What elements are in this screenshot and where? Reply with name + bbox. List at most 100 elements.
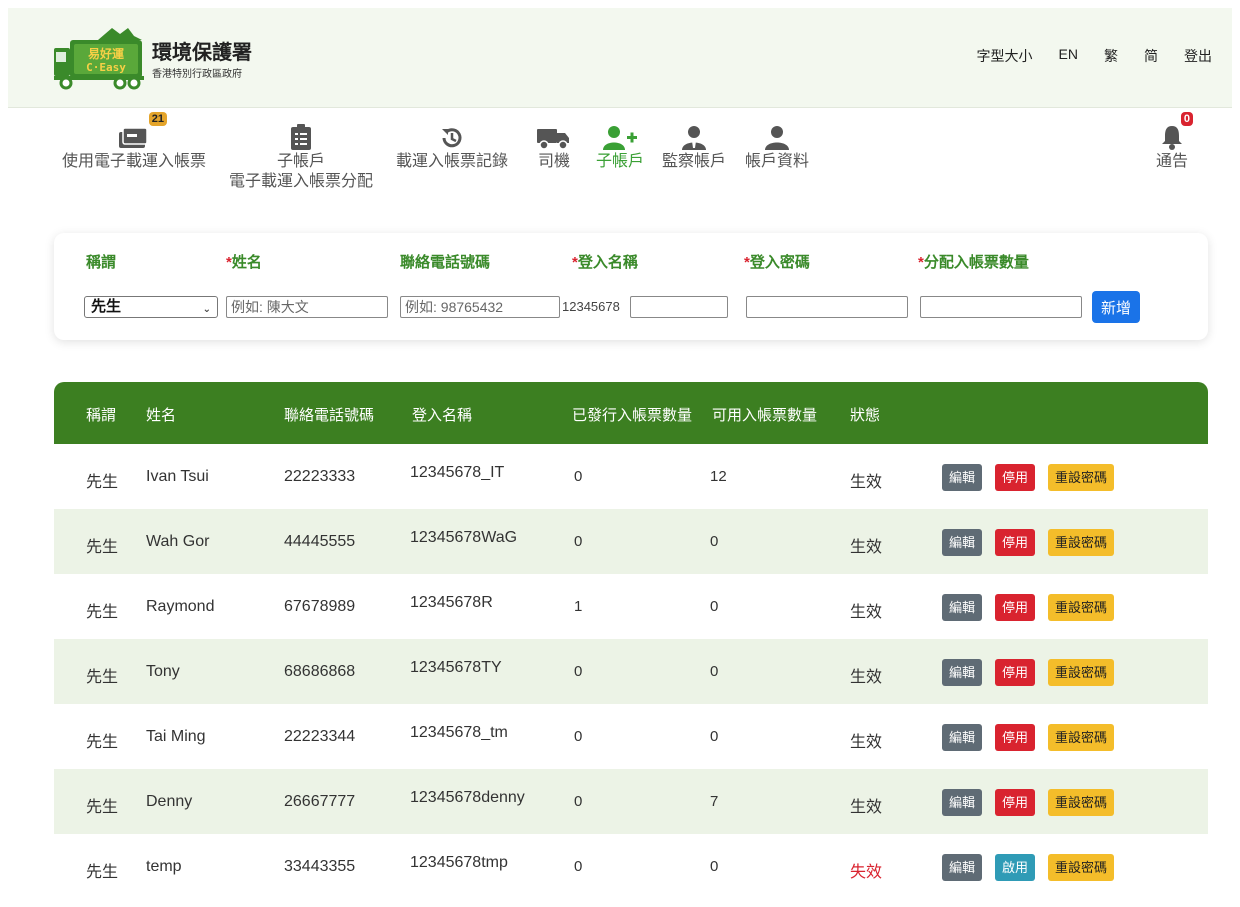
table-row: 先生 Raymond 67678989 12345678R 1 0 生效 編輯 停用 重設密碼 bbox=[54, 574, 1208, 639]
lang-sc-link[interactable]: 简 bbox=[1144, 46, 1158, 66]
edit-button[interactable]: 編輯 bbox=[942, 789, 983, 816]
login-prefix: 12345678 bbox=[562, 299, 620, 314]
nav-label: 監察帳戶 bbox=[662, 153, 727, 170]
table-row: 先生 Tai Ming 22223344 12345678_tm 0 0 生效 編輯 停用 重設密… bbox=[54, 704, 1208, 769]
cell-login: 12345678TY bbox=[410, 659, 502, 676]
quota-input[interactable] bbox=[920, 296, 1082, 318]
edit-button[interactable]: 編輯 bbox=[942, 594, 983, 621]
cell-status: 生效 bbox=[850, 799, 883, 816]
nav-item-account-info[interactable]: 帳戶資料 bbox=[745, 120, 809, 172]
nav-label: 使用電子載運入帳票 bbox=[62, 153, 207, 170]
disable-button[interactable]: 停用 bbox=[995, 789, 1036, 816]
lang-tc-link[interactable]: 繁 bbox=[1104, 46, 1118, 66]
disable-button[interactable]: 停用 bbox=[995, 659, 1036, 686]
nav-item-drivers[interactable]: 司機 bbox=[537, 120, 571, 172]
font-size-link[interactable]: 字型大小 bbox=[977, 46, 1033, 66]
nav-label: 司機 bbox=[537, 153, 570, 170]
reset-password-button[interactable]: 重設密碼 bbox=[1048, 659, 1115, 686]
cell-phone: 33443355 bbox=[284, 858, 356, 875]
table-row: 先生 Tony 68686868 12345678TY 0 0 生效 編輯 停用 重設密碼 bbox=[54, 639, 1208, 704]
add-button[interactable]: 新增 bbox=[1092, 291, 1140, 323]
nav-item-subaccount[interactable]: 子帳戶 bbox=[596, 120, 644, 172]
nav-item-monitor-account[interactable]: 監察帳戶 bbox=[662, 120, 726, 172]
main-nav: 21 使用電子載運入帳票 子帳戶 電子載運入帳票分配 載運入帳票記錄 司機 子帳… bbox=[0, 110, 1240, 210]
edit-button[interactable]: 編輯 bbox=[942, 464, 983, 491]
cell-issued: 0 bbox=[574, 533, 583, 550]
cell-login: 12345678tmp bbox=[410, 854, 508, 871]
disable-button[interactable]: 停用 bbox=[995, 724, 1036, 751]
login-input[interactable] bbox=[630, 296, 728, 318]
cell-issued: 1 bbox=[574, 598, 583, 615]
reset-password-button[interactable]: 重設密碼 bbox=[1048, 724, 1115, 751]
disable-button[interactable]: 停用 bbox=[995, 529, 1036, 556]
password-input[interactable] bbox=[746, 296, 908, 318]
col-phone: 聯絡電話號碼 bbox=[284, 407, 375, 424]
nav-label-2: 電子載運入帳票分配 bbox=[229, 173, 374, 190]
cell-phone: 22223344 bbox=[284, 728, 356, 745]
logo[interactable]: 易好運 C·Easy bbox=[54, 26, 146, 90]
svg-text:C·Easy: C·Easy bbox=[86, 61, 126, 74]
edit-button[interactable]: 編輯 bbox=[942, 854, 983, 881]
chevron-down-icon: ⌄ bbox=[202, 304, 211, 315]
cell-login: 12345678_IT bbox=[410, 464, 505, 481]
cell-available: 0 bbox=[710, 858, 719, 875]
ticket-count-badge: 21 bbox=[148, 112, 167, 126]
top-links: 字型大小 EN 繁 简 登出 bbox=[951, 46, 1212, 66]
name-label: *姓名 bbox=[226, 254, 262, 271]
cell-available: 0 bbox=[710, 598, 719, 615]
nav-item-notifications[interactable]: 0 通告 bbox=[1156, 112, 1193, 172]
cell-status: 生效 bbox=[850, 734, 883, 751]
reset-password-button[interactable]: 重設密碼 bbox=[1048, 789, 1115, 816]
enable-button[interactable]: 啟用 bbox=[995, 854, 1036, 881]
cell-name: Tai Ming bbox=[146, 728, 206, 745]
edit-button[interactable]: 編輯 bbox=[942, 724, 983, 751]
nav-label: 載運入帳票記錄 bbox=[396, 153, 509, 170]
col-status: 狀態 bbox=[850, 407, 881, 424]
subaccount-table: 稱謂 姓名 聯絡電話號碼 登入名稱 已發行入帳票數量 可用入帳票數量 狀態 先生… bbox=[54, 382, 1208, 907]
nav-item-subaccount-allocation[interactable]: 子帳戶 電子載運入帳票分配 bbox=[229, 120, 373, 192]
cell-title: 先生 bbox=[86, 474, 119, 491]
name-input[interactable] bbox=[226, 296, 388, 318]
edit-button[interactable]: 編輯 bbox=[942, 529, 983, 556]
disable-button[interactable]: 停用 bbox=[995, 464, 1036, 491]
cell-available: 7 bbox=[710, 793, 719, 810]
password-label: *登入密碼 bbox=[744, 254, 810, 271]
org-title: 環境保護署 bbox=[152, 42, 252, 64]
cell-name: Wah Gor bbox=[146, 533, 210, 550]
cell-issued: 0 bbox=[574, 468, 583, 485]
cell-name: Ivan Tsui bbox=[146, 468, 209, 485]
nav-item-use-ticket[interactable]: 21 使用電子載運入帳票 bbox=[62, 112, 207, 172]
title-label: 稱謂 bbox=[86, 254, 117, 271]
nav-item-ticket-records[interactable]: 載運入帳票記錄 bbox=[396, 120, 508, 172]
cell-phone: 44445555 bbox=[284, 533, 356, 550]
reset-password-button[interactable]: 重設密碼 bbox=[1048, 594, 1115, 621]
lang-en-link[interactable]: EN bbox=[1059, 46, 1078, 66]
cell-title: 先生 bbox=[86, 669, 119, 686]
cell-status: 生效 bbox=[850, 474, 883, 491]
logout-link[interactable]: 登出 bbox=[1184, 46, 1212, 66]
cell-title: 先生 bbox=[86, 539, 119, 556]
reset-password-button[interactable]: 重設密碼 bbox=[1048, 529, 1115, 556]
truck-icon bbox=[537, 120, 571, 150]
cell-issued: 0 bbox=[574, 793, 583, 810]
cell-issued: 0 bbox=[574, 728, 583, 745]
edit-button[interactable]: 編輯 bbox=[942, 659, 983, 686]
user-icon bbox=[765, 120, 789, 150]
col-issued: 已發行入帳票數量 bbox=[572, 407, 693, 424]
nav-label: 帳戶資料 bbox=[745, 153, 810, 170]
nav-label: 通告 bbox=[1156, 153, 1189, 170]
title-select[interactable]: 先生 ⌄ bbox=[84, 296, 218, 318]
cell-title: 先生 bbox=[86, 864, 119, 881]
login-label: *登入名稱 bbox=[572, 254, 638, 271]
nav-label: 子帳戶 bbox=[277, 153, 326, 170]
reset-password-button[interactable]: 重設密碼 bbox=[1048, 464, 1115, 491]
cell-login: 12345678_tm bbox=[410, 724, 508, 741]
phone-input[interactable] bbox=[400, 296, 560, 318]
svg-text:易好運: 易好運 bbox=[88, 46, 124, 61]
notification-count-badge: 0 bbox=[1180, 112, 1193, 126]
cell-phone: 26667777 bbox=[284, 793, 356, 810]
col-login: 登入名稱 bbox=[412, 407, 473, 424]
disable-button[interactable]: 停用 bbox=[995, 594, 1036, 621]
bell-icon: 0 bbox=[1161, 112, 1193, 150]
reset-password-button[interactable]: 重設密碼 bbox=[1048, 854, 1115, 881]
